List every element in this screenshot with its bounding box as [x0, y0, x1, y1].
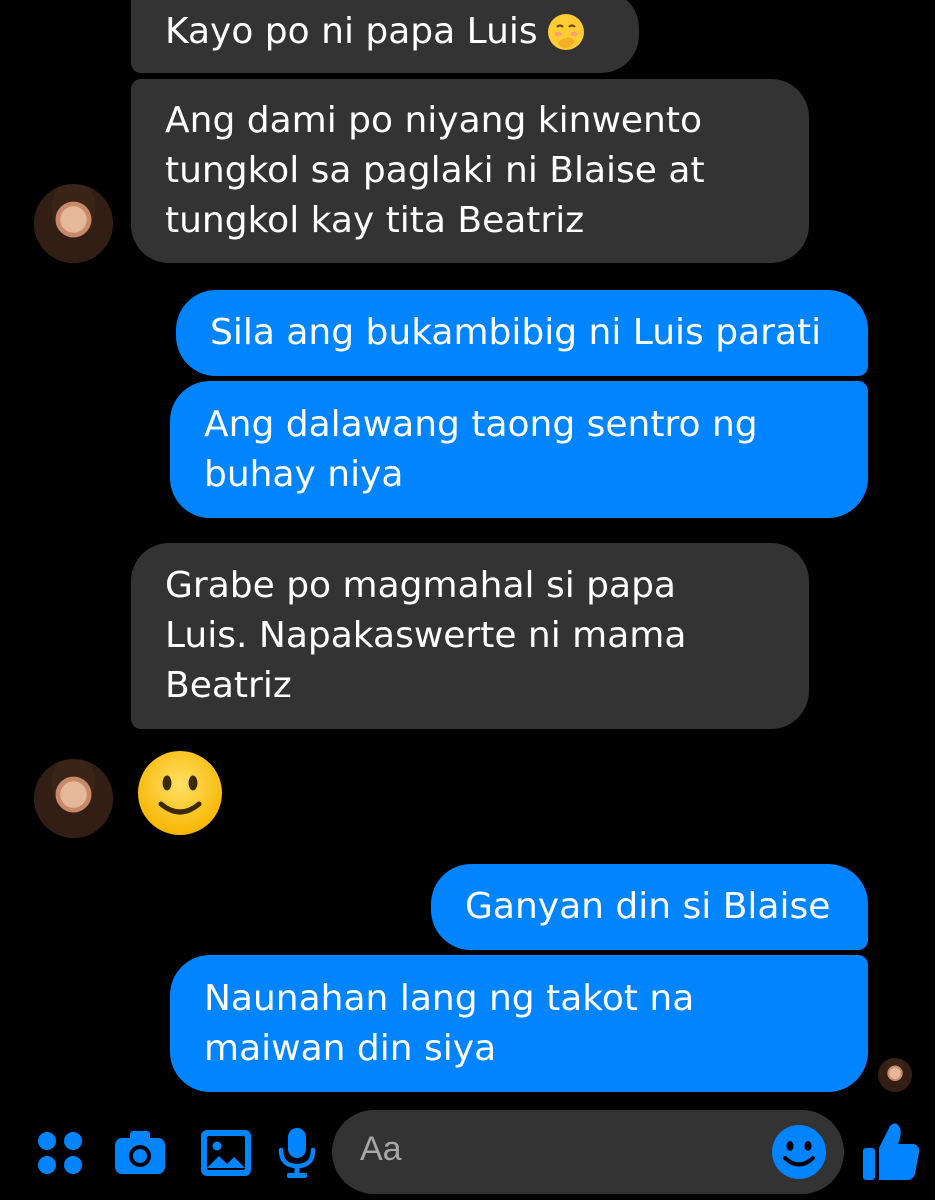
- emoji-icon[interactable]: [770, 1123, 828, 1181]
- message-input-placeholder: Aa: [360, 1130, 402, 1168]
- message-text: Ang dami po niyang kinwento tungkol sa p…: [165, 100, 705, 241]
- contact-avatar[interactable]: [34, 184, 113, 263]
- message-text: Ang dalawang taong sentro ng buhay niya: [204, 403, 758, 495]
- outgoing-message[interactable]: Naunahan lang ng takot na maiwan din siy…: [170, 955, 868, 1092]
- camera-icon[interactable]: [110, 1122, 170, 1182]
- microphone-icon[interactable]: [267, 1122, 327, 1182]
- message-text: Grabe po magmahal si papa Luis. Napakasw…: [165, 565, 687, 706]
- seen-avatar: [878, 1058, 912, 1092]
- thumbs-up-icon[interactable]: [860, 1118, 920, 1184]
- message-text: Naunahan lang ng takot na maiwan din siy…: [204, 977, 695, 1069]
- message-text: Kayo po ni papa Luis: [165, 10, 538, 52]
- incoming-message[interactable]: Grabe po magmahal si papa Luis. Napakasw…: [131, 543, 809, 729]
- gallery-icon[interactable]: [196, 1122, 256, 1182]
- message-input[interactable]: Aa: [332, 1110, 844, 1194]
- outgoing-message[interactable]: Ganyan din si Blaise: [431, 864, 868, 950]
- message-text: Ganyan din si Blaise: [465, 886, 831, 927]
- slightly-smiling-face-emoji[interactable]: [136, 749, 224, 837]
- hand-over-mouth-emoji: [547, 13, 584, 50]
- outgoing-message[interactable]: Ang dalawang taong sentro ng buhay niya: [170, 381, 868, 518]
- chat-screen: Kayo po ni papa Luis Ang dami po niyang …: [0, 0, 935, 1200]
- incoming-message[interactable]: Kayo po ni papa Luis: [131, 0, 639, 73]
- contact-avatar[interactable]: [34, 759, 113, 838]
- incoming-message[interactable]: Ang dami po niyang kinwento tungkol sa p…: [131, 79, 809, 263]
- apps-icon[interactable]: [30, 1122, 90, 1182]
- message-text: Sila ang bukambibig ni Luis parati: [210, 312, 822, 353]
- outgoing-message[interactable]: Sila ang bukambibig ni Luis parati: [176, 290, 868, 376]
